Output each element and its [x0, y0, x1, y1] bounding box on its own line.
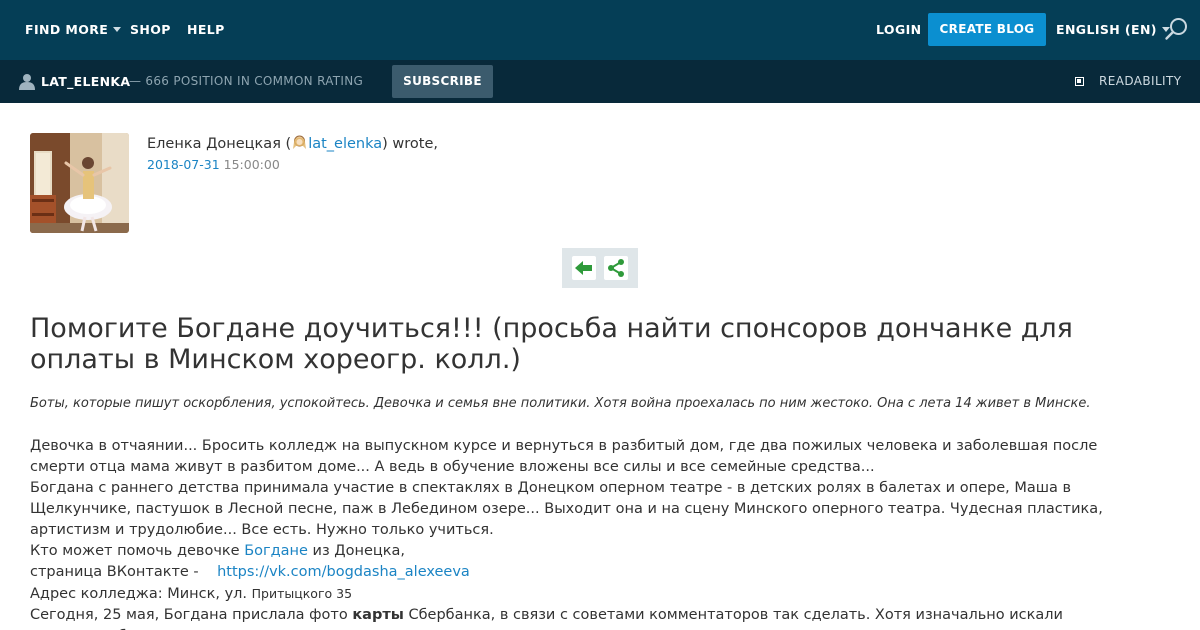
post-date-link[interactable]: 2018-07-31	[147, 157, 220, 172]
post-paragraph: страница ВКонтакте - https://vk.com/bogd…	[30, 562, 1140, 583]
post-time: 15:00:00	[223, 157, 280, 172]
find-more-menu[interactable]: FIND MORE	[25, 0, 122, 60]
post-paragraph: Богдана с раннего детства принимала учас…	[30, 480, 1103, 538]
post-date: 2018-07-31 15:00:00	[147, 157, 280, 172]
create-blog-button[interactable]: CREATE BLOG	[928, 13, 1046, 46]
ballerina-photo	[30, 133, 129, 233]
arrow-left-icon	[575, 261, 592, 275]
bogdana-link[interactable]: Богдане	[244, 543, 308, 559]
wrote-text: ) wrote,	[382, 136, 438, 152]
text-segment: карты	[352, 607, 404, 623]
chevron-down-icon	[113, 27, 122, 32]
language-selector[interactable]: ENGLISH (EN)	[1056, 0, 1170, 60]
post-paragraph: Кто может помочь девочке Богдане из Доне…	[30, 541, 1140, 562]
shop-link[interactable]: SHOP	[130, 0, 171, 60]
text-segment: из Донецка,	[307, 543, 406, 559]
search-icon[interactable]	[1164, 16, 1190, 42]
text-segment: Притыцкого 35	[251, 586, 353, 601]
share-icon	[608, 259, 624, 277]
text-segment: Кто может помочь девочке	[30, 543, 245, 559]
author-avatar[interactable]	[30, 133, 129, 233]
help-link[interactable]: HELP	[187, 0, 225, 60]
author-line: Еленка Донецкая ( lat_elenka) wrote,	[147, 134, 438, 152]
post-paragraph: Адрес колледжа: Минск, ул. Притыцкого 35	[30, 583, 1140, 605]
user-avatar-icon	[293, 135, 307, 149]
language-label: ENGLISH (EN)	[1056, 22, 1157, 37]
text-segment: страница ВКонтакте -	[30, 564, 218, 580]
share-button[interactable]	[604, 256, 628, 280]
user-icon	[19, 74, 35, 90]
post-intro: Боты, которые пишут оскорбления, успокой…	[30, 396, 1091, 411]
entry-actions	[562, 248, 638, 288]
journal-bar: LAT_ELENKA — 666 POSITION IN COMMON RATI…	[0, 60, 1200, 103]
journal-username[interactable]: LAT_ELENKA	[41, 60, 130, 103]
find-more-label: FIND MORE	[25, 22, 109, 37]
author-name: Еленка Донецкая (	[147, 136, 292, 152]
subscribe-button[interactable]: SUBSCRIBE	[392, 65, 493, 98]
readability-toggle[interactable]: READABILITY	[1099, 60, 1181, 103]
rating-text: — 666 POSITION IN COMMON RATING	[129, 74, 364, 88]
post-paragraph: Сегодня, 25 мая, Богдана прислала фото к…	[30, 605, 1140, 630]
vk-link[interactable]: https://vk.com/bogdasha_alexeeva	[217, 564, 470, 580]
post-title: Помогите Богдане доучиться!!! (просьба н…	[30, 313, 1073, 375]
top-navbar: FIND MORE SHOP HELP LOGIN CREATE BLOG EN…	[0, 0, 1200, 60]
back-button[interactable]	[572, 256, 596, 280]
login-link[interactable]: LOGIN	[876, 0, 922, 60]
text-segment: Адрес колледжа: Минск, ул.	[30, 586, 252, 602]
text-segment: Сегодня, 25 мая, Богдана прислала фото	[30, 607, 353, 623]
post-body: Боты, которые пишут оскорбления, успокой…	[30, 395, 1140, 630]
readability-checkbox[interactable]	[1075, 77, 1084, 86]
author-handle-link[interactable]: lat_elenka	[308, 136, 382, 152]
post-paragraph: Девочка в отчаянии... Бросить колледж на…	[30, 438, 1098, 475]
